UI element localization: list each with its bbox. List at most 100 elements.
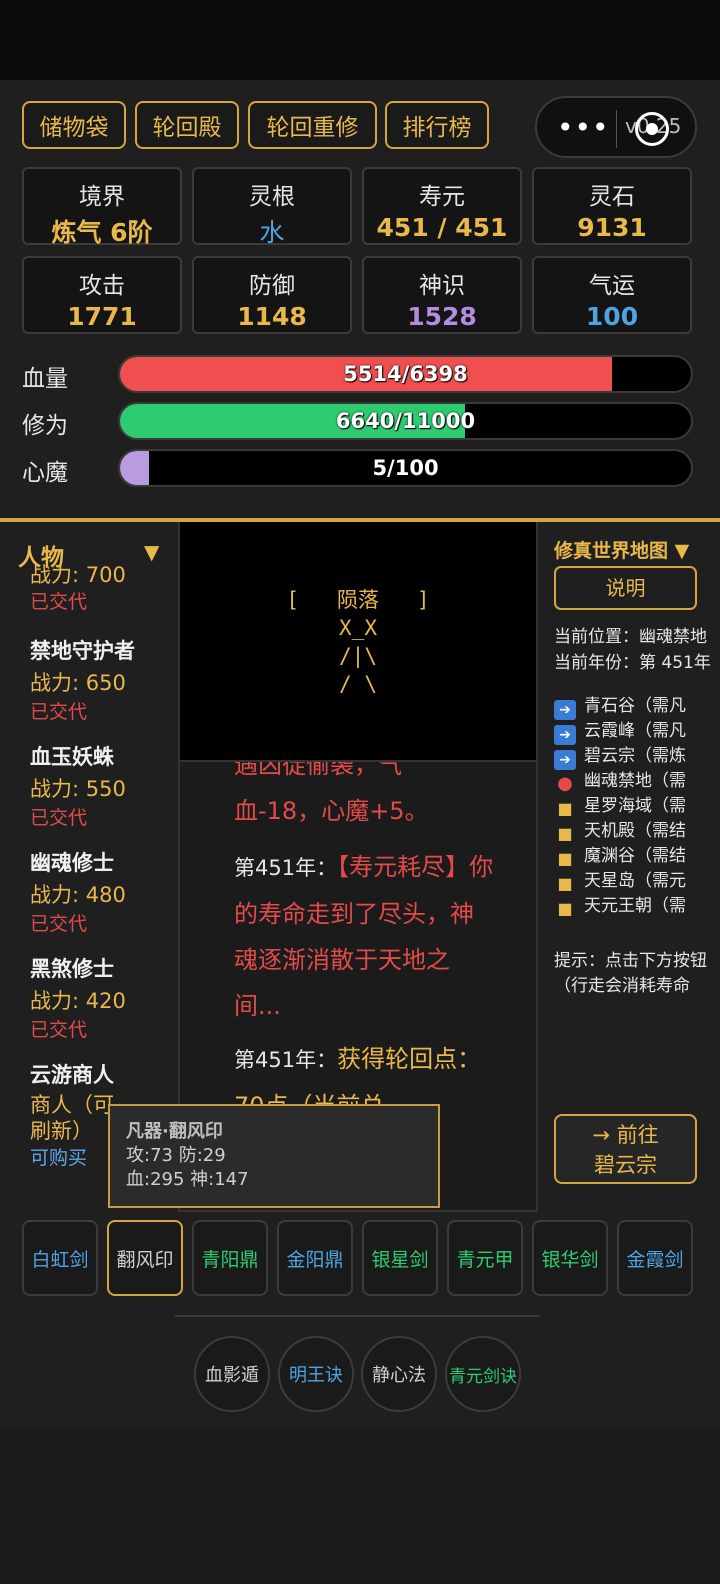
location-label: 天机殿（需结 bbox=[584, 821, 686, 841]
skill-slot[interactable]: 血影遁 bbox=[194, 1336, 270, 1412]
stat-luck: 气运 100 bbox=[532, 256, 692, 334]
equipment-slot[interactable]: 青阳鼎 bbox=[192, 1220, 268, 1296]
hp-bar: 5514/6398 bbox=[118, 355, 693, 393]
stat-value: 451 / 451 bbox=[376, 213, 508, 242]
stat-value: 100 bbox=[585, 302, 639, 331]
stat-value: 1148 bbox=[237, 302, 307, 331]
lock-icon: ■ bbox=[557, 824, 573, 843]
stat-value: 水 bbox=[259, 218, 285, 247]
equipment-slot[interactable]: 金阳鼎 bbox=[277, 1220, 353, 1296]
close-target-icon[interactable] bbox=[635, 112, 669, 146]
map-location-item: ■ 天星岛（需元 bbox=[554, 869, 686, 894]
travel-destination: 碧云宗 bbox=[594, 1153, 657, 1177]
skills-divider bbox=[175, 1315, 540, 1317]
equipment-slot[interactable]: 白虹剑 bbox=[22, 1220, 98, 1296]
stat-spirit-root: 灵根水 bbox=[192, 167, 352, 247]
stat-value: 1771 bbox=[67, 302, 137, 331]
skill-slot[interactable]: 静心法 bbox=[361, 1336, 437, 1412]
equipment-slot[interactable]: 金霞剑 bbox=[617, 1220, 693, 1296]
equipment-slot[interactable]: 银星剑 bbox=[362, 1220, 438, 1296]
stat-label: 攻击 bbox=[79, 273, 125, 299]
hp-text: 5514/6398 bbox=[343, 362, 468, 386]
cultivation-bar: 6640/11000 bbox=[118, 402, 693, 440]
stat-attack: 攻击 1771 bbox=[22, 256, 182, 334]
death-display: [ 陨落 ] X_X /|\ / \ bbox=[178, 522, 538, 760]
map-location-item: ■ 天元王朝（需 bbox=[554, 894, 686, 919]
map-title[interactable]: 修真世界地图 ▼ bbox=[554, 536, 689, 563]
map-location-item[interactable]: ➔ 碧云宗（需炼 bbox=[554, 744, 686, 770]
equipment-slot-selected[interactable]: 翻风印 bbox=[107, 1220, 183, 1296]
npc-item[interactable]: 禁地守护者 战力: 650 已交代 bbox=[30, 634, 175, 726]
lock-icon: ■ bbox=[557, 899, 573, 918]
npc-item[interactable]: 幽魂修士 战力: 480 已交代 bbox=[30, 846, 175, 938]
map-location-item[interactable]: ➔ 云霞峰（需凡 bbox=[554, 719, 686, 745]
reincarnation-hall-button[interactable]: 轮回殿 bbox=[135, 101, 239, 149]
lock-icon: ■ bbox=[557, 799, 573, 818]
location-label: 云霞峰（需凡 bbox=[584, 721, 686, 741]
equipment-slot[interactable]: 银华剑 bbox=[532, 1220, 608, 1296]
skill-slot[interactable]: 青元剑诀 bbox=[445, 1336, 521, 1412]
map-tip: （行走会消耗寿命 bbox=[554, 976, 690, 996]
lock-icon: ■ bbox=[557, 874, 573, 893]
heart-demon-text: 5/100 bbox=[372, 456, 439, 480]
npc-name: 幽魂修士 bbox=[30, 851, 114, 875]
leaderboard-button[interactable]: 排行榜 bbox=[385, 101, 489, 149]
storage-bag-button[interactable]: 储物袋 bbox=[22, 101, 126, 149]
npc-item[interactable]: 血玉妖蛛 战力: 550 已交代 bbox=[30, 740, 175, 832]
current-year: 当前年份：第 451年 bbox=[554, 653, 711, 673]
stat-label: 寿元 bbox=[419, 184, 465, 210]
heart-demon-label: 心魔 bbox=[22, 460, 68, 486]
map-location-item[interactable]: ➔ 青石谷（需凡 bbox=[554, 694, 686, 720]
npc-power: 战力: 650 bbox=[30, 671, 126, 695]
log-entry: 第451年：【寿元耗尽】你的寿命走到了尽头，神魂逐渐消散于天地之间... bbox=[234, 844, 494, 1029]
npc-status: 已交代 bbox=[30, 701, 88, 723]
map-tip: 提示：点击下方按钮 bbox=[554, 951, 707, 971]
location-label: 幽魂禁地（需 bbox=[584, 771, 686, 791]
stat-value: 1528 bbox=[407, 302, 477, 331]
location-label: 魔渊谷（需结 bbox=[584, 846, 686, 866]
location-label: 天元王朝（需 bbox=[584, 896, 686, 916]
stat-label: 灵根 bbox=[249, 184, 295, 210]
location-label: 星罗海域（需 bbox=[584, 796, 686, 816]
skill-slot[interactable]: 明王诀 bbox=[278, 1336, 354, 1412]
npc-power: 战力: 480 bbox=[30, 883, 126, 907]
reincarnation-restart-button[interactable]: 轮回重修 bbox=[248, 101, 377, 149]
equipment-slot[interactable]: 青元甲 bbox=[447, 1220, 523, 1296]
stat-label: 神识 bbox=[419, 273, 465, 299]
location-label: 天星岛（需元 bbox=[584, 871, 686, 891]
stat-realm: 境界 炼气 6阶 bbox=[22, 167, 182, 247]
lock-icon: ■ bbox=[557, 849, 573, 868]
stat-label: 防御 bbox=[249, 273, 295, 299]
status-bar-area bbox=[0, 0, 720, 80]
npc-power: 战力: 420 bbox=[30, 989, 126, 1013]
map-location-item: ■ 魔渊谷（需结 bbox=[554, 844, 686, 869]
map-location-item: ■ 星罗海域（需 bbox=[554, 794, 686, 819]
log-text: 遇凶徒偷袭，气 bbox=[234, 760, 402, 779]
pin-icon: ● bbox=[557, 773, 573, 794]
log-year: 第451年： bbox=[234, 856, 338, 880]
cultivation-text: 6640/11000 bbox=[335, 409, 476, 433]
explain-button[interactable]: 说明 bbox=[554, 566, 697, 610]
npc-power: 战力: 550 bbox=[30, 777, 126, 801]
world-map-panel: 修真世界地图 ▼ 说明 当前位置：幽魂禁地 当前年份：第 451年 ➔ 青石谷（需… bbox=[538, 522, 720, 1212]
stat-label: 灵石 bbox=[589, 184, 635, 210]
npc-status: 已交代 bbox=[30, 1019, 88, 1041]
npc-item[interactable]: 黑煞修士 战力: 420 已交代 bbox=[30, 952, 175, 1044]
stat-divine-sense: 神识 1528 bbox=[362, 256, 522, 334]
map-location-item: ■ 天机殿（需结 bbox=[554, 819, 686, 844]
stat-value: 炼气 6阶 bbox=[51, 218, 153, 247]
cultivation-label: 修为 bbox=[22, 413, 68, 439]
npc-name: 血玉妖蛛 bbox=[30, 745, 114, 769]
map-location-item[interactable]: ● 幽魂禁地（需 bbox=[554, 769, 686, 794]
log-year: 第451年： bbox=[234, 1048, 338, 1072]
item-tooltip: 凡器·翻风印 攻:73 防:29 血:295 神:147 bbox=[108, 1104, 440, 1208]
miniprogram-capsule: ••• v0.25 bbox=[535, 96, 697, 158]
npc-status: 已交代 bbox=[30, 591, 88, 613]
chevron-down-icon[interactable]: ▼ bbox=[144, 540, 159, 564]
npc-item[interactable]: 战力: 700 已交代 bbox=[30, 562, 175, 616]
npc-name: 黑煞修士 bbox=[30, 957, 114, 981]
arrow-right-icon: ➔ bbox=[554, 750, 576, 770]
arrow-right-icon: ➔ bbox=[554, 700, 576, 720]
travel-button[interactable]: → 前往 碧云宗 bbox=[554, 1114, 697, 1184]
more-icon[interactable]: ••• bbox=[557, 114, 609, 142]
